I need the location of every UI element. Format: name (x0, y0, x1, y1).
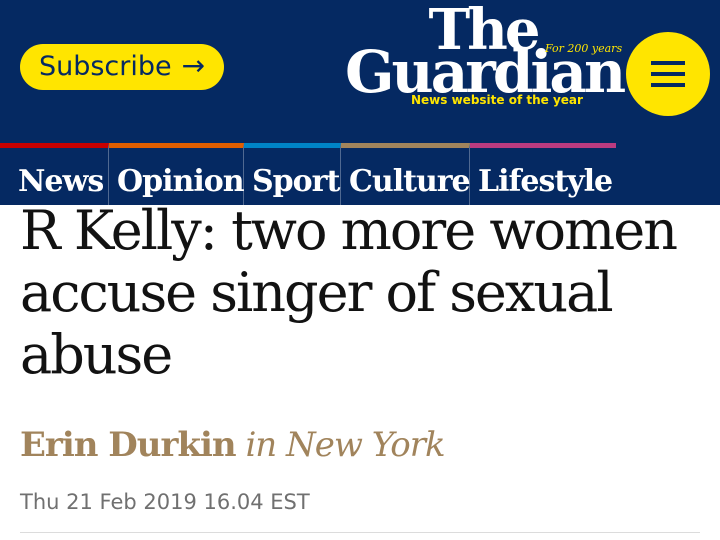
nav-item-culture[interactable]: Culture (341, 143, 471, 205)
byline-location: in New York (245, 425, 445, 465)
arrow-right-icon: → (181, 49, 206, 82)
publish-date: Thu 21 Feb 2019 16.04 EST (20, 490, 310, 514)
subscribe-button[interactable]: Subscribe → (20, 44, 224, 90)
article-headline: R Kelly: two more women accuse singer of… (20, 199, 678, 386)
nav-item-lifestyle[interactable]: Lifestyle (470, 143, 616, 205)
subscribe-label: Subscribe (38, 50, 172, 82)
nav-item-news[interactable]: News (0, 143, 109, 205)
byline: Erin Durkin in New York (20, 425, 446, 465)
logo-badge: For 200 years (545, 42, 623, 55)
section-nav: News Opinion Sport Culture Lifestyle (0, 143, 720, 205)
divider (20, 532, 700, 533)
nav-item-opinion[interactable]: Opinion (109, 143, 245, 205)
tagline: News website of the year (411, 93, 583, 107)
menu-button[interactable] (626, 32, 710, 116)
author-link[interactable]: Erin Durkin (20, 425, 237, 465)
nav-item-sport[interactable]: Sport (244, 143, 341, 205)
site-header: Subscribe → The Guardian For 200 years N… (0, 0, 720, 205)
